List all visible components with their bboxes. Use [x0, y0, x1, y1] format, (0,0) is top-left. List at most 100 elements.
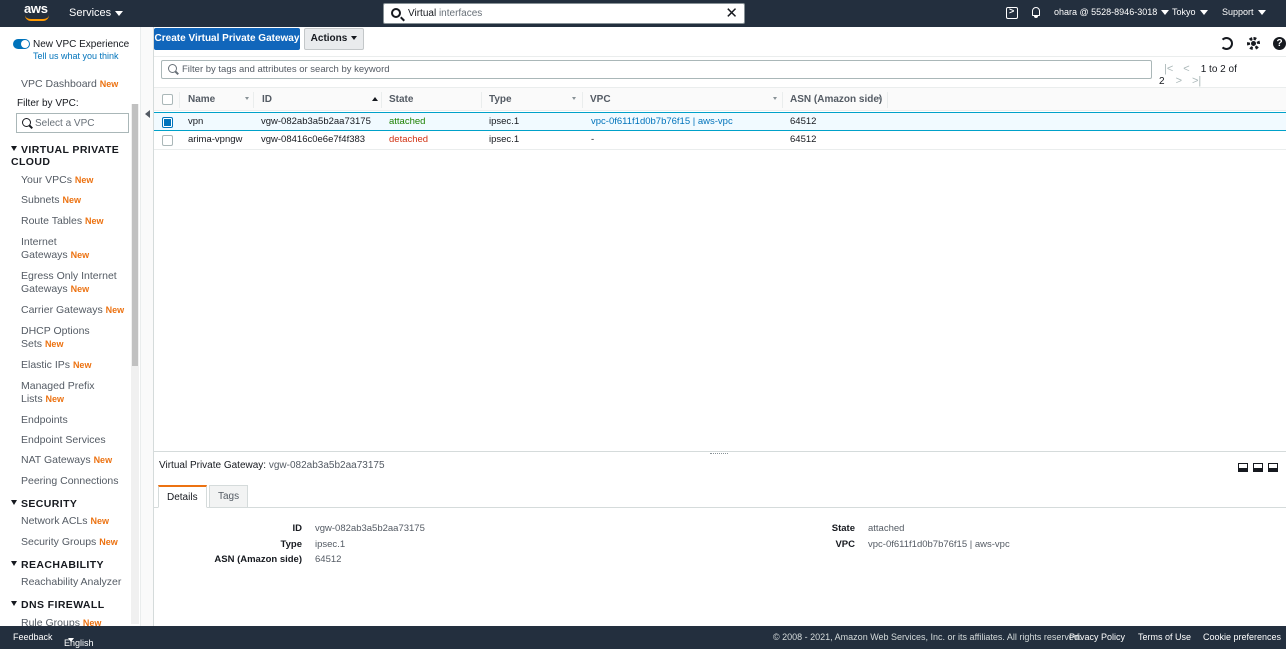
filter-by-vpc-label: Filter by VPC:: [17, 98, 79, 109]
sidebar-item-label: NAT Gateways: [21, 454, 91, 466]
column-header-type[interactable]: Type: [489, 94, 512, 105]
global-search-input[interactable]: Virtual interfaces ✕: [383, 3, 745, 24]
sidebar-item-rule-groups[interactable]: Rule Groups New: [21, 617, 131, 626]
clear-search-icon[interactable]: ✕: [725, 5, 738, 22]
prev-page-icon[interactable]: <: [1183, 63, 1189, 75]
create-virtual-private-gateway-button[interactable]: Create Virtual Private Gateway: [154, 28, 300, 50]
actions-button[interactable]: Actions: [304, 28, 364, 50]
sidebar-item-subnets[interactable]: Subnets New: [21, 194, 131, 207]
sidebar-item-label: Endpoints: [21, 414, 68, 426]
cloudshell-icon[interactable]: [1006, 6, 1018, 19]
sidebar-collapse-handle[interactable]: [140, 27, 154, 626]
filter-input[interactable]: Filter by tags and attributes or search …: [161, 60, 1152, 79]
region-menu[interactable]: Tokyo: [1172, 7, 1208, 17]
privacy-policy-link[interactable]: Privacy Policy: [1069, 632, 1125, 642]
section-reachability[interactable]: REACHABILITY: [11, 559, 129, 571]
help-icon[interactable]: ?: [1273, 37, 1286, 50]
sidebar-item-carrier-gateways[interactable]: Carrier Gateways New: [21, 304, 139, 317]
cell-type: ipsec.1: [489, 116, 520, 127]
sidebar-item-managed-prefix-lists[interactable]: Managed Prefix Lists New: [21, 380, 131, 406]
notifications-bell-icon[interactable]: [1031, 7, 1041, 18]
support-menu[interactable]: Support: [1222, 7, 1266, 17]
chevron-down-icon: [115, 10, 124, 16]
column-header-vpc[interactable]: VPC: [590, 94, 611, 105]
feedback-link[interactable]: Feedback: [13, 632, 53, 642]
row-checkbox[interactable]: [162, 117, 173, 128]
tab-tags[interactable]: Tags: [209, 485, 249, 508]
cell-asn: 64512: [790, 116, 817, 127]
terms-of-use-link[interactable]: Terms of Use: [1138, 632, 1191, 642]
table-header: Name ID State Type VPC ASN (Amazon side): [154, 87, 1286, 111]
section-virtual-private-cloud[interactable]: VIRTUAL PRIVATE CLOUD: [11, 144, 129, 168]
sidebar-item-label: DHCP Options: [21, 325, 90, 337]
chevron-down-icon: [1199, 10, 1208, 16]
sidebar-item-security-groups[interactable]: Security Groups New: [21, 536, 131, 549]
last-page-icon[interactable]: >|: [1192, 75, 1201, 87]
sidebar-item-egress-only-gateways[interactable]: Egress Only Internet Gateways New: [21, 270, 131, 296]
sidebar-item-elastic-ips[interactable]: Elastic IPs New: [21, 359, 131, 372]
column-header-state[interactable]: State: [389, 94, 413, 105]
sidebar-item-peering-connections[interactable]: Peering Connections: [21, 475, 131, 488]
tab-details[interactable]: Details: [158, 485, 207, 508]
sort-icon[interactable]: [878, 97, 882, 100]
aws-logo[interactable]: aws: [24, 2, 50, 23]
table-row[interactable]: arima-vpngw vgw-08416c0e6e7f4f383 detach…: [154, 131, 1286, 150]
gear-icon[interactable]: [1247, 37, 1260, 50]
column-header-asn[interactable]: ASN (Amazon side): [790, 94, 882, 105]
layout-split-icon[interactable]: [1253, 463, 1263, 472]
sidebar-item-endpoints[interactable]: Endpoints: [21, 414, 131, 427]
chevron-down-icon: [1161, 10, 1170, 16]
sort-icon[interactable]: [773, 97, 777, 100]
first-page-icon[interactable]: |<: [1164, 63, 1173, 75]
sidebar-item-route-tables[interactable]: Route Tables New: [21, 215, 131, 228]
scrollbar-thumb[interactable]: [132, 104, 138, 366]
cell-name: vpn: [188, 116, 204, 127]
column-header-id[interactable]: ID: [262, 94, 272, 105]
section-security[interactable]: SECURITY: [11, 498, 129, 510]
aws-smile-icon: [25, 15, 49, 21]
cookie-preferences-link[interactable]: Cookie preferences: [1203, 632, 1281, 642]
cell-type: ipsec.1: [489, 134, 520, 145]
vpc-select[interactable]: Select a VPC: [16, 113, 129, 133]
new-badge: New: [105, 305, 125, 315]
sidebar-item-your-vpcs[interactable]: Your VPCs New: [21, 174, 131, 187]
row-checkbox[interactable]: [162, 135, 173, 146]
sidebar-scrollbar[interactable]: [131, 104, 139, 624]
section-dns-firewall[interactable]: DNS FIREWALL: [11, 599, 129, 611]
sidebar-item-reachability-analyzer[interactable]: Reachability Analyzer: [21, 576, 131, 589]
sidebar-item-network-acls[interactable]: Network ACLs New: [21, 515, 131, 528]
sort-icon[interactable]: [572, 97, 576, 100]
sidebar-item-vpc-dashboard[interactable]: VPC Dashboard New: [21, 78, 131, 91]
select-all-checkbox[interactable]: [162, 94, 173, 105]
cell-id: vgw-08416c0e6e7f4f383: [261, 134, 366, 145]
new-experience-toggle[interactable]: [13, 39, 30, 49]
asn-label: ASN (Amazon side): [214, 554, 302, 565]
sidebar-item-nat-gateways[interactable]: NAT Gateways New: [21, 454, 131, 467]
section-label: DNS FIREWALL: [21, 599, 105, 611]
sidebar-item-endpoint-services[interactable]: Endpoint Services: [21, 434, 131, 447]
details-title: Virtual Private Gateway: vgw-082ab3a5b2a…: [159, 460, 385, 471]
panel-resize-handle[interactable]: [154, 451, 1286, 455]
sort-icon[interactable]: [245, 97, 249, 100]
sidebar-item-label: VPC Dashboard: [21, 78, 97, 90]
sidebar-item-internet-gateways[interactable]: Internet Gateways New: [21, 236, 131, 262]
services-menu[interactable]: Services: [69, 7, 124, 19]
drag-grip-icon: [710, 453, 728, 455]
refresh-icon[interactable]: [1220, 37, 1233, 50]
vpc-value-link[interactable]: vpc-0f611f1d0b7b76f15 | aws-vpc: [868, 539, 1010, 550]
main-content: Create Virtual Private Gateway Actions ?…: [154, 27, 1286, 626]
cell-vpc-link[interactable]: vpc-0f611f1d0b7b76f15 | aws-vpc: [591, 116, 733, 127]
type-label: Type: [280, 539, 302, 550]
layout-bottom-icon[interactable]: [1238, 463, 1248, 472]
table-row[interactable]: vpn vgw-082ab3a5b2aa73175 attached ipsec…: [154, 112, 1286, 131]
feedback-link[interactable]: Tell us what you think: [33, 51, 119, 61]
sidebar-item-label: Network ACLs: [21, 515, 88, 527]
account-menu[interactable]: ohara @ 5528-8946-3018: [1054, 7, 1170, 17]
column-header-name[interactable]: Name: [188, 94, 215, 105]
sort-ascending-icon[interactable]: [372, 97, 378, 101]
next-page-icon[interactable]: >: [1176, 75, 1182, 87]
sidebar-item-label: Peering Connections: [21, 475, 119, 487]
sidebar-item-dhcp-options-sets[interactable]: DHCP Options Sets New: [21, 325, 131, 351]
sidebar-item-label: Sets: [21, 338, 43, 350]
layout-full-icon[interactable]: [1268, 463, 1278, 472]
